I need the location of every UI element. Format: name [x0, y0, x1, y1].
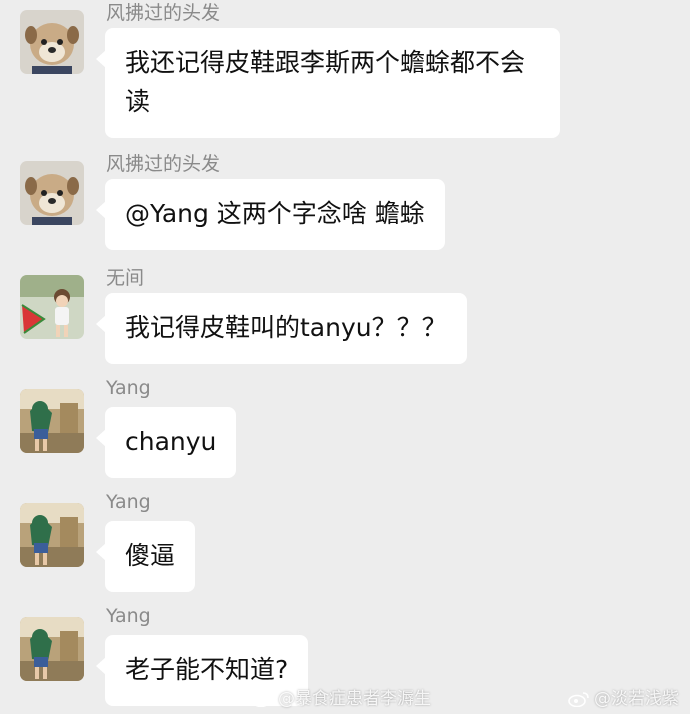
sender-name: 无间: [106, 267, 145, 289]
dog-avatar[interactable]: [20, 161, 84, 225]
sender-name: Yang: [106, 377, 151, 399]
message-bubble[interactable]: chanyu: [95, 407, 237, 478]
child-watermelon-avatar[interactable]: [20, 275, 84, 339]
watermark-left-text: @暴食症患者李溽生: [278, 689, 431, 709]
weibo-icon: [568, 692, 589, 707]
person-outdoor-avatar[interactable]: [20, 617, 84, 681]
person-outdoor-avatar[interactable]: [20, 389, 84, 453]
person-outdoor-avatar[interactable]: [20, 503, 84, 567]
sender-name: Yang: [106, 605, 151, 627]
sender-name: 风拂过的头发: [106, 2, 221, 24]
weibo-icon: [252, 692, 273, 707]
message-bubble[interactable]: @Yang 这两个字念啥 蟾蜍: [96, 179, 445, 250]
watermark-right: @淡若浅紫: [568, 684, 679, 709]
message-bubble[interactable]: 傻逼: [95, 521, 196, 592]
message-bubble[interactable]: 我还记得皮鞋跟李斯两个蟾蜍都不会读: [96, 28, 560, 138]
dog-avatar[interactable]: [20, 10, 84, 74]
message-bubble[interactable]: 我记得皮鞋叫的tanyu？？？: [96, 293, 467, 364]
watermark-right-text: @淡若浅紫: [594, 689, 679, 709]
sender-name: Yang: [106, 491, 151, 513]
sender-name: 风拂过的头发: [106, 153, 221, 175]
watermark-left: @暴食症患者李溽生: [252, 684, 431, 709]
chat-history: 风拂过的头发 我还记得皮鞋跟李斯两个蟾蜍都不会读 风拂过的头发 @Yang 这两…: [0, 0, 690, 714]
